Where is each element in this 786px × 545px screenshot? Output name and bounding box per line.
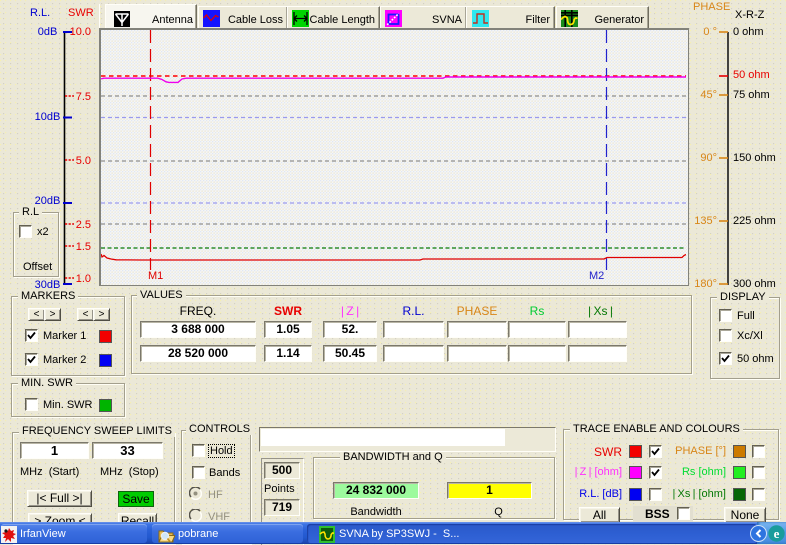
svg-text:M1: M1 [148,270,163,282]
svg-text:M2: M2 [589,270,604,282]
svg-text:e: e [774,526,780,541]
